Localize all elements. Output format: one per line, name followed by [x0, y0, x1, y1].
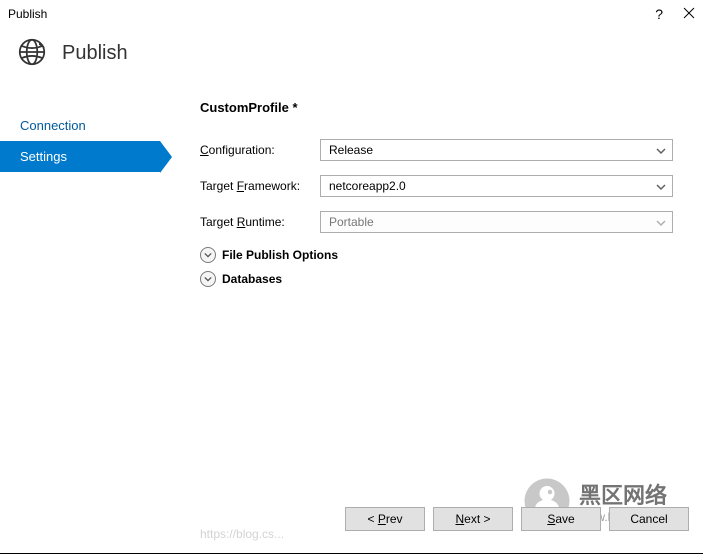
expander-label: Databases	[222, 272, 282, 286]
row-configuration: Configuration: Release	[200, 139, 673, 161]
chevron-down-icon	[200, 247, 216, 263]
label-target-runtime: Target Runtime:	[200, 215, 320, 229]
dropdown-configuration[interactable]: Release	[320, 139, 673, 161]
save-button[interactable]: Save	[521, 507, 601, 531]
close-icon[interactable]	[683, 7, 695, 22]
help-icon[interactable]: ?	[655, 6, 663, 22]
dialog-footer: < Prev Next > Save Cancel	[0, 497, 703, 553]
main-panel: CustomProfile * Configuration: Release T…	[160, 90, 703, 493]
chevron-down-icon	[656, 217, 666, 227]
dialog-header: Publish	[0, 28, 703, 87]
dropdown-target-framework[interactable]: netcoreapp2.0	[320, 175, 673, 197]
titlebar: Publish ?	[0, 0, 703, 28]
dropdown-target-runtime[interactable]: Portable	[320, 211, 673, 233]
page-title: Publish	[62, 42, 128, 65]
chevron-down-icon	[656, 145, 666, 155]
dropdown-value: Portable	[329, 215, 374, 229]
sidebar-item-settings[interactable]: Settings	[0, 141, 160, 172]
next-button[interactable]: Next >	[433, 507, 513, 531]
expander-file-publish-options[interactable]: File Publish Options	[200, 247, 673, 263]
label-configuration: Configuration:	[200, 143, 320, 157]
row-target-runtime: Target Runtime: Portable	[200, 211, 673, 233]
label-target-framework: Target Framework:	[200, 179, 320, 193]
sidebar-item-label: Connection	[20, 118, 86, 133]
dropdown-value: netcoreapp2.0	[329, 179, 406, 193]
chevron-down-icon	[656, 181, 666, 191]
sidebar-item-label: Settings	[20, 149, 67, 164]
expander-label: File Publish Options	[222, 248, 338, 262]
row-target-framework: Target Framework: netcoreapp2.0	[200, 175, 673, 197]
cancel-button[interactable]: Cancel	[609, 507, 689, 531]
globe-icon	[18, 38, 46, 69]
window-title: Publish	[8, 7, 47, 21]
content-area: Connection Settings CustomProfile * Conf…	[0, 90, 703, 493]
expander-databases[interactable]: Databases	[200, 271, 673, 287]
sidebar-item-connection[interactable]: Connection	[0, 110, 160, 141]
sidebar: Connection Settings	[0, 90, 160, 493]
dropdown-value: Release	[329, 143, 373, 157]
chevron-down-icon	[200, 271, 216, 287]
profile-name: CustomProfile *	[200, 100, 673, 115]
prev-button[interactable]: < Prev	[345, 507, 425, 531]
